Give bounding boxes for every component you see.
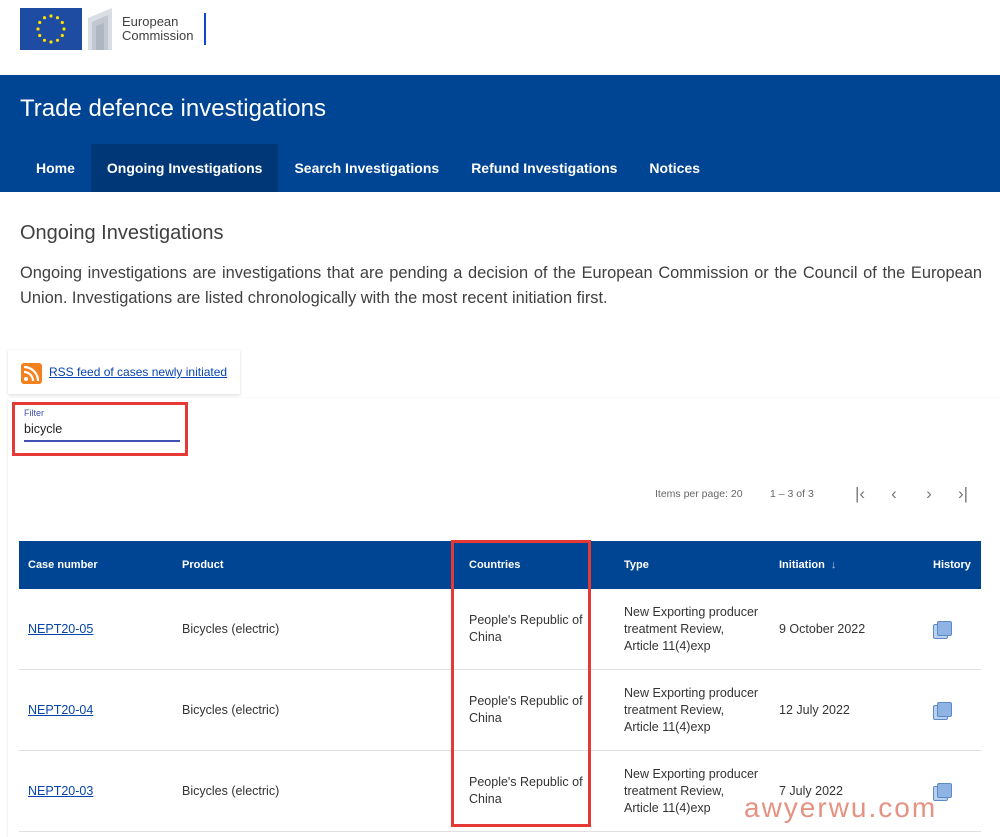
case-number-link[interactable]: NEPT20-04 <box>28 702 93 719</box>
header-case-number[interactable]: Case number <box>28 541 98 589</box>
type-cell: New Exporting producer treatment Review,… <box>624 751 758 831</box>
product-cell: Bicycles (electric) <box>182 702 280 717</box>
nav-item-search-investigations[interactable]: Search Investigations <box>278 144 455 192</box>
rss-box: RSS feed of cases newly initiated <box>8 350 240 394</box>
initiation-cell: 9 October 2022 <box>779 621 866 636</box>
type-line: Article 11(4)exp <box>624 800 711 815</box>
header-initiation-label: Initiation <box>779 559 825 571</box>
rss-feed-link[interactable]: RSS feed of cases newly initiated <box>49 365 227 379</box>
nav-item-ongoing-investigations[interactable]: Ongoing Investigations <box>90 144 279 192</box>
last-page-icon[interactable]: ›| <box>953 484 973 504</box>
logo-line-1: European <box>122 14 179 29</box>
countries-highlight-box <box>451 540 591 827</box>
header-initiation[interactable]: Initiation ↓ <box>779 541 836 589</box>
type-cell: New Exporting producer treatment Review,… <box>624 589 758 669</box>
history-icon[interactable] <box>933 702 952 720</box>
first-page-icon[interactable]: |‹ <box>850 484 870 504</box>
logo-bar: European Commission <box>0 0 1000 75</box>
type-line: New Exporting producer <box>624 685 759 700</box>
watermark: awyerwu.com <box>744 792 938 823</box>
arrow-down-icon[interactable]: ↓ <box>831 559 837 571</box>
type-cell: New Exporting producer treatment Review,… <box>624 670 758 750</box>
type-line: New Exporting producer <box>624 766 759 781</box>
type-line: treatment Review, <box>624 783 725 798</box>
header-product[interactable]: Product <box>182 541 224 589</box>
type-line: Article 11(4)exp <box>624 638 711 653</box>
main-nav: Home Ongoing Investigations Search Inves… <box>20 144 716 192</box>
initiation-cell: 12 July 2022 <box>779 702 850 717</box>
nav-item-notices[interactable]: Notices <box>633 144 716 192</box>
header-history: History <box>933 559 971 571</box>
filter-highlight-box <box>12 402 188 456</box>
history-icon[interactable] <box>933 621 952 639</box>
type-line: New Exporting producer <box>624 604 759 619</box>
site-header: Trade defence investigations Home Ongoin… <box>0 75 1000 192</box>
product-cell: Bicycles (electric) <box>182 783 280 798</box>
next-page-icon[interactable]: › <box>919 484 939 504</box>
commission-building-icon <box>88 8 112 50</box>
case-number-link[interactable]: NEPT20-05 <box>28 621 93 638</box>
previous-page-icon[interactable]: ‹ <box>884 484 904 504</box>
eu-flag-icon <box>20 8 82 50</box>
header-type[interactable]: Type <box>624 541 649 589</box>
ec-logo[interactable]: European Commission <box>20 6 206 52</box>
type-line: treatment Review, <box>624 702 725 717</box>
type-line: treatment Review, <box>624 621 725 636</box>
page-title: Ongoing Investigations <box>20 222 224 244</box>
type-line: Article 11(4)exp <box>624 719 711 734</box>
product-cell: Bicycles (electric) <box>182 621 280 636</box>
items-per-page[interactable]: Items per page: 20 <box>655 488 743 500</box>
nav-item-home[interactable]: Home <box>20 144 91 192</box>
site-title: Trade defence investigations <box>20 95 326 122</box>
logo-line-2: Commission <box>122 28 194 43</box>
logo-text: European Commission <box>122 13 206 45</box>
intro-text: Ongoing investigations are investigation… <box>20 264 982 307</box>
rss-icon[interactable] <box>21 363 42 384</box>
nav-item-refund-investigations[interactable]: Refund Investigations <box>455 144 633 192</box>
case-number-link[interactable]: NEPT20-03 <box>28 783 93 800</box>
page-range: 1 – 3 of 3 <box>770 488 814 500</box>
